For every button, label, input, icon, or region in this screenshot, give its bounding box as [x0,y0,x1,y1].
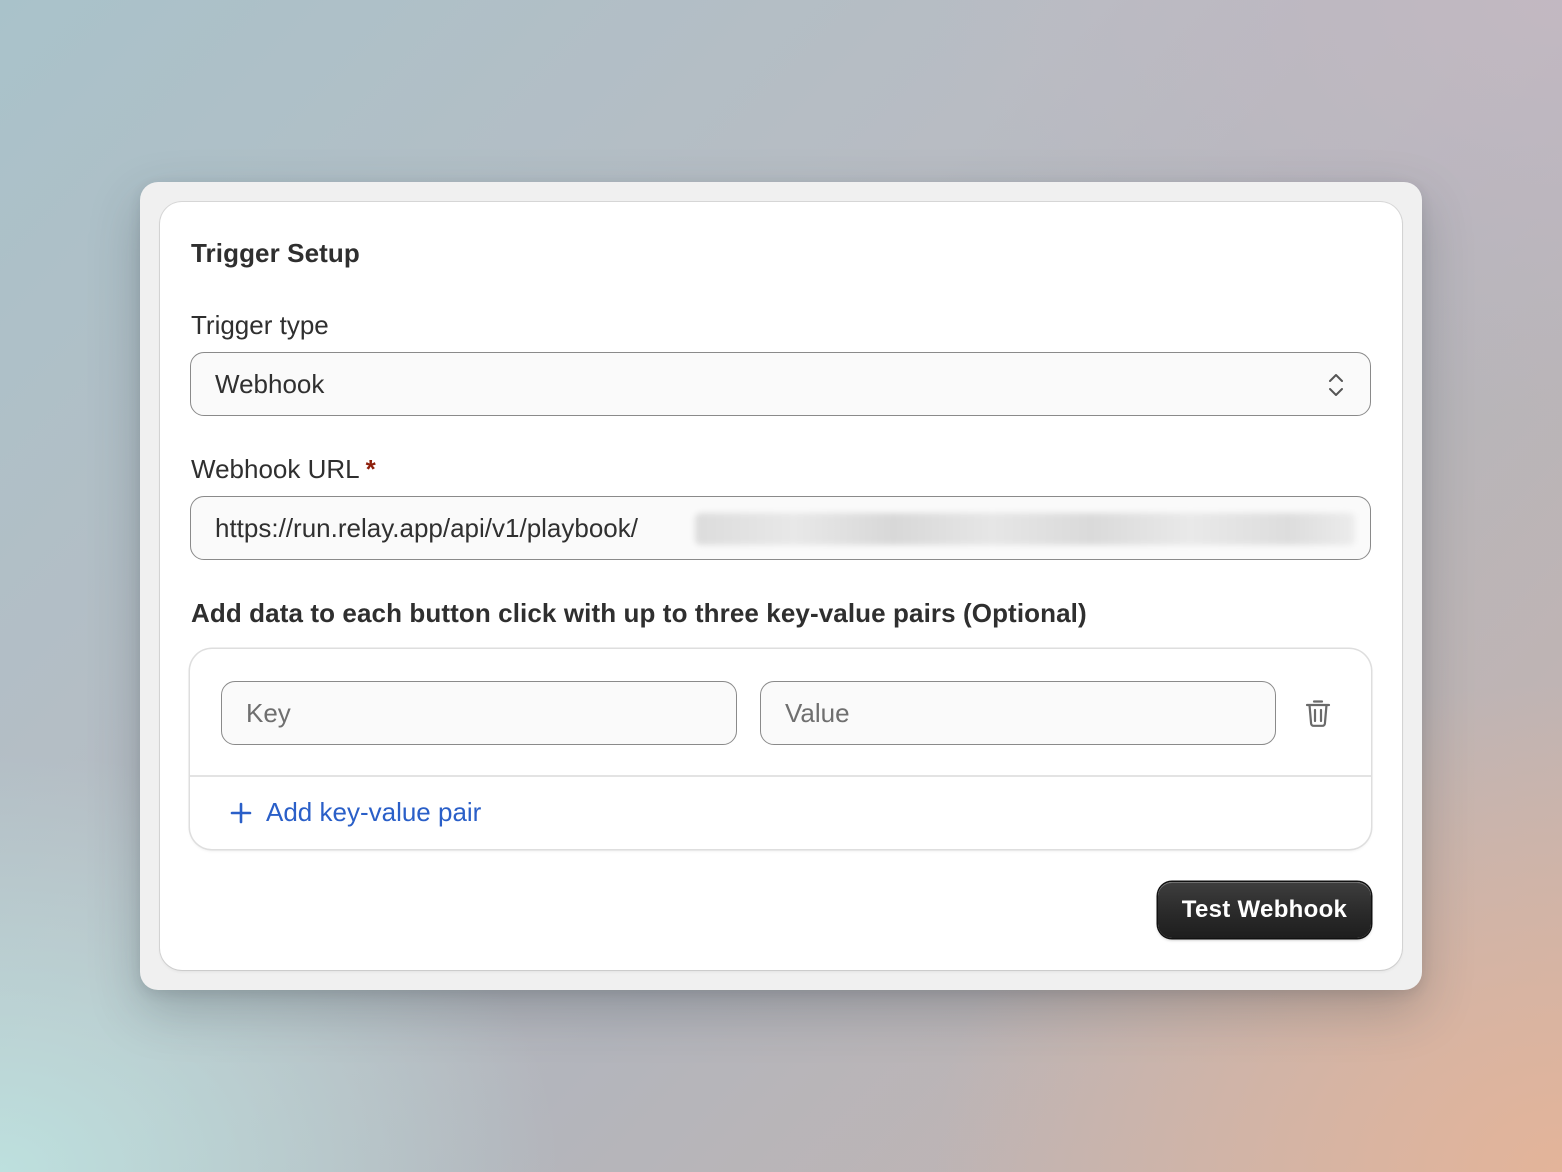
webhook-url-label: Webhook URL * [191,454,376,485]
trigger-type-label: Trigger type [191,310,329,340]
delete-pair-button[interactable] [1300,695,1336,731]
key-input[interactable] [221,681,737,745]
webhook-url-label-text: Webhook URL [191,454,360,484]
key-value-heading: Add data to each button click with up to… [191,598,1087,628]
add-key-value-pair-label: Add key-value pair [266,797,482,827]
add-key-value-pair-button[interactable]: Add key-value pair [230,797,481,828]
webhook-url-redacted-segment [695,513,1355,545]
outer-frame: Trigger Setup Trigger type Webhook Webho… [140,182,1422,990]
plus-icon [230,802,252,823]
required-marker: * [365,454,376,484]
trigger-setup-card: Trigger Setup Trigger type Webhook Webho… [160,202,1402,970]
webhook-url-value: https://run.relay.app/api/v1/playbook/ [215,513,638,543]
trash-icon [1305,700,1331,727]
trigger-type-value: Webhook [215,369,325,399]
test-webhook-button[interactable]: Test Webhook [1158,882,1371,938]
chevron-up-down-icon [1329,374,1343,396]
key-value-panel: Add key-value pair [190,649,1371,849]
key-value-divider [190,775,1371,777]
trigger-type-select[interactable]: Webhook [190,352,1371,416]
section-title: Trigger Setup [191,238,360,268]
webhook-url-field[interactable]: https://run.relay.app/api/v1/playbook/ [190,496,1371,560]
value-input[interactable] [760,681,1276,745]
